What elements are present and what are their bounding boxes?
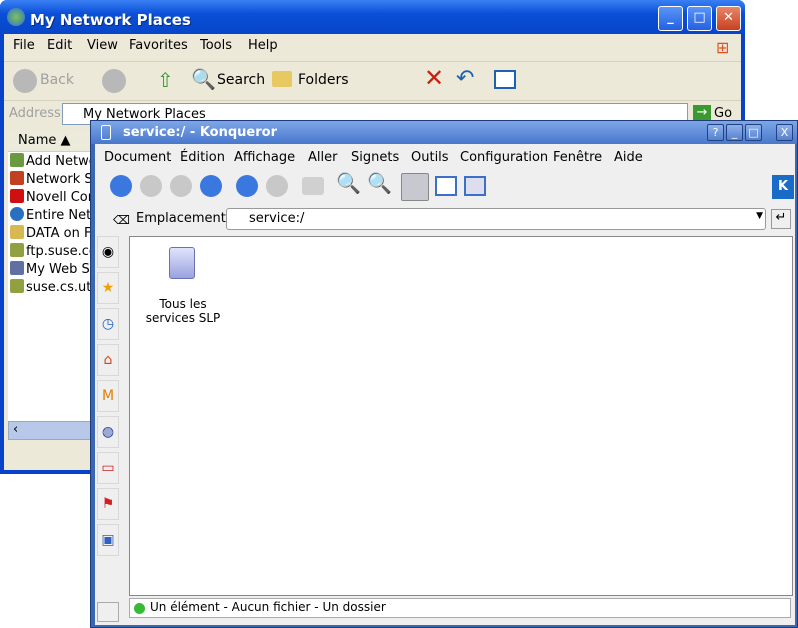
folders-button[interactable]: Folders [298, 72, 349, 88]
server-icon[interactable] [169, 247, 195, 279]
menu-help[interactable]: Help [248, 38, 278, 53]
close-button[interactable]: X [776, 124, 793, 141]
sidebar-toggle[interactable] [97, 602, 119, 622]
zoom-out-icon[interactable]: 🔍 [367, 171, 392, 195]
maximize-button[interactable]: □ [745, 124, 762, 141]
location-label: Emplacement : [136, 211, 235, 226]
menu-fenetre[interactable]: Fenêtre [553, 150, 602, 165]
sidebar-folder-button[interactable]: ▭ [97, 452, 119, 484]
search-button[interactable]: Search [217, 72, 265, 88]
up-button[interactable] [170, 175, 192, 197]
service-icon [101, 125, 111, 140]
status-led-icon [134, 603, 145, 614]
file-view [129, 236, 793, 596]
xp-window-title: My Network Places [30, 11, 191, 29]
horizontal-scrollbar[interactable]: ‹ [8, 421, 94, 440]
konqueror-title-bar[interactable]: service:/ - Konqueror [91, 121, 797, 144]
status-bar: Un élément - Aucun fichier - Un dossier [129, 598, 791, 618]
chevron-down-icon[interactable]: ▼ [756, 211, 763, 221]
undo-icon[interactable]: ↶ [456, 66, 474, 91]
help-button[interactable]: ? [707, 124, 724, 141]
sidebar-bookmarks-button[interactable]: ★ [97, 272, 119, 304]
maximize-button[interactable]: □ [687, 6, 712, 31]
image-view-button[interactable] [464, 176, 486, 196]
menu-edit[interactable]: Edit [47, 38, 72, 53]
minimize-button[interactable]: _ [658, 6, 683, 31]
network-places-icon [7, 8, 25, 26]
menu-view[interactable]: View [87, 38, 118, 53]
views-icon[interactable] [494, 70, 516, 89]
home-button[interactable] [200, 175, 222, 197]
menu-document[interactable]: Document [104, 150, 171, 165]
list-item[interactable]: suse.cs.utah [10, 279, 94, 295]
go-button[interactable]: Go [714, 106, 732, 121]
print-button[interactable] [302, 177, 324, 195]
sidebar-services-button[interactable]: ▣ [97, 524, 119, 556]
search-icon: 🔍 [191, 67, 216, 91]
status-text: Un élément - Aucun fichier - Un dossier [150, 600, 386, 614]
menu-edition[interactable]: Édition [180, 150, 225, 165]
column-name-label: Name [18, 133, 57, 148]
back-button[interactable]: Back [40, 72, 74, 88]
menu-aide[interactable]: Aide [614, 150, 643, 165]
up-folder-icon[interactable]: ⇧ [157, 68, 174, 92]
forward-button[interactable] [140, 175, 162, 197]
sidebar-home-button[interactable]: ⌂ [97, 344, 119, 376]
sidebar-history-button[interactable]: ◉ [97, 236, 119, 268]
sidebar-history-clock-button[interactable]: ◷ [97, 308, 119, 340]
windows-logo-icon: ⊞ [716, 38, 730, 57]
back-arrow-icon[interactable] [13, 69, 37, 93]
list-item[interactable]: Network Setup Wizard [10, 171, 94, 187]
location-input[interactable]: service:/ ▼ [226, 208, 766, 230]
list-item[interactable]: Add Network Place [10, 153, 94, 169]
back-button[interactable] [110, 175, 132, 197]
zoom-in-icon[interactable]: 🔍 [336, 171, 361, 195]
minimize-button[interactable]: _ [726, 124, 743, 141]
close-button[interactable]: ✕ [716, 6, 741, 31]
folders-icon [272, 71, 292, 87]
konqueror-window: service:/ - Konqueror ? _ □ X Document É… [90, 120, 798, 628]
sidebar-pin-button[interactable]: ⚑ [97, 488, 119, 520]
menu-configuration[interactable]: Configuration [460, 150, 548, 165]
icon-view-button[interactable] [401, 173, 429, 201]
go-button[interactable]: ↵ [771, 209, 791, 229]
sidebar-media-button[interactable]: M [97, 380, 119, 412]
menu-favorites[interactable]: Favorites [129, 38, 188, 53]
delete-icon[interactable]: ✕ [424, 64, 444, 92]
menu-signets[interactable]: Signets [351, 150, 399, 165]
list-item[interactable]: Entire Network [10, 207, 94, 223]
column-header-name[interactable]: Name ▲ [8, 130, 94, 152]
list-item[interactable]: ftp.suse.com [10, 243, 94, 259]
menu-affichage[interactable]: Affichage [234, 150, 295, 165]
clear-location-icon[interactable]: ⌫ [113, 213, 130, 227]
menu-aller[interactable]: Aller [308, 150, 337, 165]
menu-tools[interactable]: Tools [200, 38, 232, 53]
menu-file[interactable]: File [13, 38, 35, 53]
slp-services-label[interactable]: Tous les services SLP [143, 297, 223, 325]
address-label: Address [9, 106, 61, 121]
konqueror-window-title: service:/ - Konqueror [123, 125, 277, 140]
location-value: service:/ [249, 211, 305, 226]
kde-logo-icon: K [772, 175, 794, 199]
reload-button[interactable] [236, 175, 258, 197]
list-item[interactable]: Novell Connections [10, 189, 94, 205]
list-item[interactable]: My Web Sites [10, 261, 94, 277]
stop-button[interactable] [266, 175, 288, 197]
sidebar-network-button[interactable]: ◍ [97, 416, 119, 448]
tree-view-button[interactable] [435, 176, 457, 196]
xp-title-bar[interactable]: My Network Places [0, 0, 745, 34]
list-item[interactable]: DATA on F [10, 225, 94, 241]
menu-outils[interactable]: Outils [411, 150, 449, 165]
forward-button[interactable] [102, 69, 126, 93]
